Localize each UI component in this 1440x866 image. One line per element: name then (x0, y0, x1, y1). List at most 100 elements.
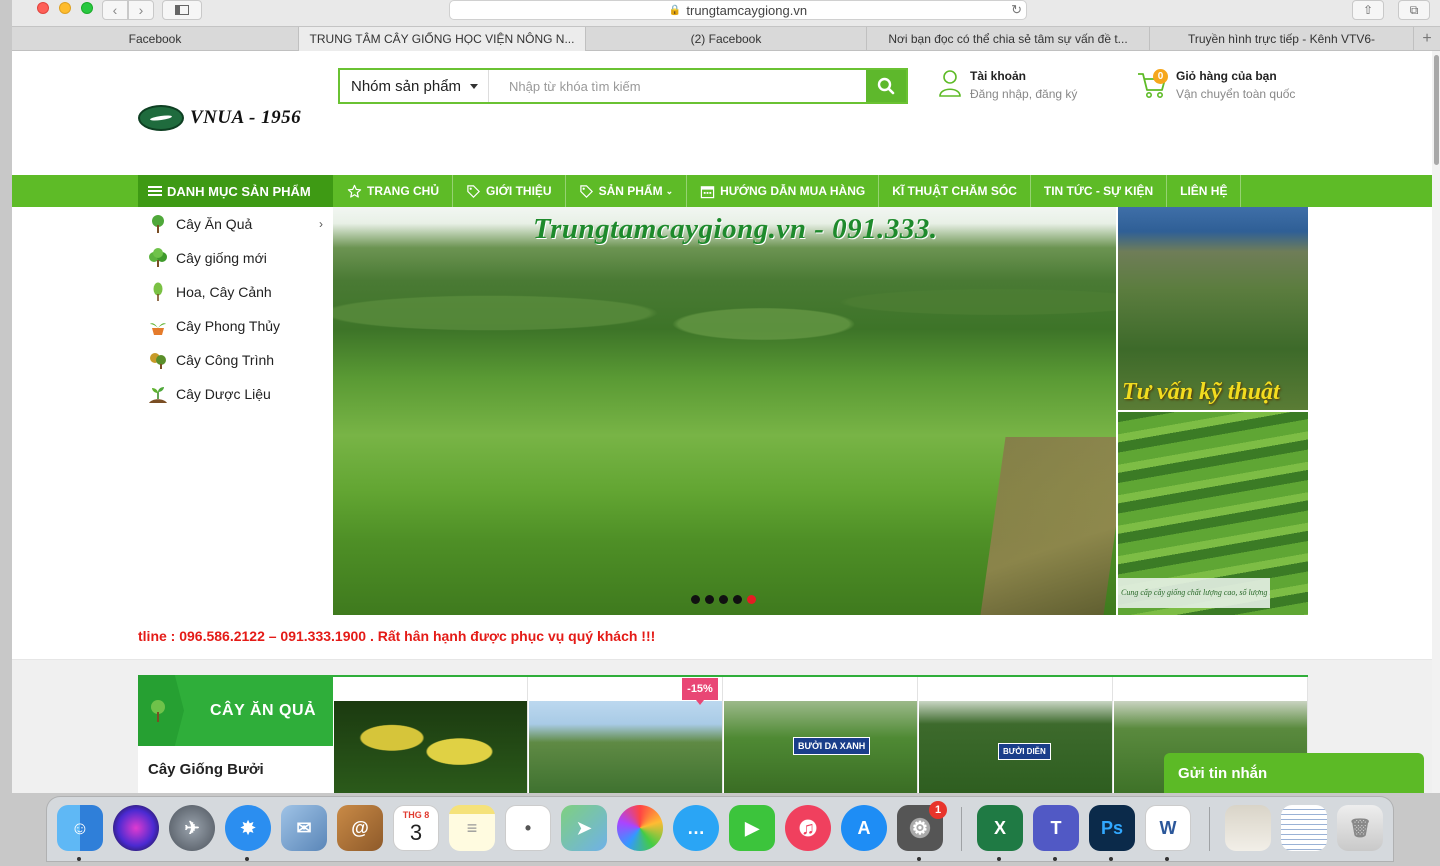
tree-icon (148, 214, 168, 234)
calendar-day: 3 (409, 820, 423, 845)
reload-icon[interactable]: ↻ (1011, 2, 1022, 18)
tab-facebook-2[interactable]: (2) Facebook (586, 27, 867, 51)
contacts-icon[interactable]: @ (337, 805, 383, 851)
reminders-icon[interactable]: • (505, 805, 551, 851)
photoshop-icon[interactable]: Ps (1089, 805, 1135, 851)
hotline-text: tline : 096.586.2122 – 091.333.1900 . Rấ… (138, 628, 656, 644)
category-menu-button[interactable]: DANH MỤC SẢN PHẨM (138, 175, 333, 207)
teams-icon[interactable]: T (1033, 805, 1079, 851)
category-landscape-trees[interactable]: Cây Công Trình (138, 343, 333, 377)
tree-group-icon (148, 350, 168, 370)
chevron-right-icon: › (138, 2, 144, 18)
app-store-icon[interactable]: A (841, 805, 887, 851)
calendar-icon[interactable]: THG 8 3 (393, 805, 439, 851)
tab-facebook[interactable]: Facebook (12, 27, 299, 51)
product-image[interactable] (334, 701, 527, 793)
mail-icon[interactable]: ✉ (281, 805, 327, 851)
new-tab-button[interactable]: + (1414, 27, 1440, 51)
word-icon[interactable]: W (1145, 805, 1191, 851)
product-card[interactable] (333, 677, 528, 793)
section-header[interactable]: CÂY ĂN QUẢ (138, 675, 333, 746)
music-icon[interactable]: ♫ (785, 805, 831, 851)
site-logo[interactable]: VNUA - 1956 (138, 105, 301, 131)
finder-icon[interactable]: ☺ (57, 805, 103, 851)
nav-products[interactable]: SẢN PHẨM ⌄ (566, 175, 688, 207)
messages-icon[interactable]: … (673, 805, 719, 851)
search-button[interactable] (866, 70, 906, 102)
product-card[interactable]: BƯỞI DA XANH (723, 677, 918, 793)
photos-icon[interactable] (617, 805, 663, 851)
forward-button[interactable]: › (128, 0, 154, 20)
sidebar-toggle-button[interactable] (162, 0, 202, 20)
product-image[interactable] (529, 701, 722, 793)
tree-icon (148, 699, 168, 728)
category-new-seedlings[interactable]: Cây giống mới (138, 241, 333, 275)
tab-vtv6[interactable]: Truyền hình trực tiếp - Kênh VTV6- (1150, 27, 1414, 51)
slider-dot-4[interactable] (733, 595, 742, 604)
tab-article[interactable]: Nơi bạn đọc có thể chia sẻ tâm sự vấn đề… (867, 27, 1150, 51)
history-nav: ‹ › (102, 0, 154, 20)
product-card[interactable]: -15% (528, 677, 723, 793)
slider-dot-3[interactable] (719, 595, 728, 604)
product-group-select[interactable]: Nhóm sản phẩm (340, 70, 489, 102)
zoom-window-button[interactable] (81, 2, 93, 14)
document-thumbnail-icon[interactable] (1225, 805, 1271, 851)
subcategory-link[interactable]: Cây Giống Bưởi (138, 746, 333, 793)
screenshot-thumbnail-icon[interactable] (1281, 805, 1327, 851)
logo-text: VNUA - 1956 (190, 107, 302, 128)
variety-sign: BƯỞI DA XANH (793, 737, 871, 755)
chevron-left-icon: ‹ (112, 2, 118, 18)
slider-dot-1[interactable] (691, 595, 700, 604)
excel-icon[interactable]: X (977, 805, 1023, 851)
trash-icon[interactable]: 🗑 (1337, 805, 1383, 851)
category-flowers-ornamental[interactable]: Hoa, Cây Cảnh (138, 275, 333, 309)
section-title: CÂY ĂN QUẢ (210, 701, 317, 719)
scrollbar-thumb[interactable] (1434, 55, 1439, 165)
nav-care-techniques[interactable]: KĨ THUẬT CHĂM SÓC (879, 175, 1031, 207)
page-scrollbar[interactable] (1432, 51, 1440, 793)
nav-contact[interactable]: LIÊN HỆ (1167, 175, 1242, 207)
nav-home[interactable]: TRANG CHỦ (334, 175, 453, 207)
tab-overview-button[interactable]: ⧉ (1398, 0, 1430, 20)
search-icon (877, 77, 895, 95)
notes-icon[interactable]: ≡ (449, 805, 495, 851)
launchpad-icon[interactable]: ✈ (169, 805, 215, 851)
back-button[interactable]: ‹ (102, 0, 128, 20)
tabs-icon: ⧉ (1409, 2, 1419, 17)
technical-advice-banner[interactable]: Tư vấn kỹ thuật (1118, 207, 1308, 410)
close-window-button[interactable] (37, 2, 49, 14)
address-bar[interactable]: 🔒 trungtamcaygiong.vn ↻ (449, 0, 1027, 20)
hamburger-icon (148, 184, 162, 198)
facetime-icon[interactable]: ▶ (729, 805, 775, 851)
siri-icon[interactable] (113, 805, 159, 851)
search-input[interactable] (489, 70, 866, 102)
account-link[interactable]: Tài khoản Đăng nhập, đăng ký (938, 68, 1077, 101)
search-bar: Nhóm sản phẩm (338, 68, 908, 104)
minimize-window-button[interactable] (59, 2, 71, 14)
nursery-banner[interactable]: Cung cấp cây giống chất lượng cao, số lư… (1118, 412, 1308, 615)
caret-down-icon (470, 84, 478, 89)
category-medicinal[interactable]: Cây Dược Liệu (138, 377, 333, 411)
slider-dots (691, 595, 756, 604)
nav-about[interactable]: GIỚI THIỆU (453, 175, 566, 207)
product-card[interactable]: BƯỞI DIỄN (918, 677, 1113, 793)
cart-title: Giỏ hàng của bạn (1176, 69, 1277, 83)
tab-trungtamcaygiong[interactable]: TRUNG TÂM CÂY GIỐNG HỌC VIỆN NÔNG N... (299, 27, 586, 51)
slider-caption: Trungtamcaygiong.vn - 091.333. (533, 213, 938, 245)
category-feng-shui[interactable]: Cây Phong Thủy (138, 309, 333, 343)
nav-buying-guide[interactable]: HƯỚNG DẪN MUA HÀNG (687, 175, 880, 207)
safari-icon[interactable]: ✸ (225, 805, 271, 851)
cart-count-badge: 0 (1153, 69, 1168, 84)
maps-icon[interactable]: ➤ (561, 805, 607, 851)
share-button[interactable]: ⇧ (1352, 0, 1384, 20)
nav-news[interactable]: TIN TỨC - SỰ KIỆN (1031, 175, 1168, 207)
hero-slider[interactable]: Trungtamcaygiong.vn - 091.333. (333, 207, 1116, 615)
macos-dock: ☺ ✈ ✸ ✉ @ THG 8 3 ≡ • ➤ … ▶ ♫ A ⚙ 1 X T … (46, 796, 1394, 862)
send-message-button[interactable]: Gửi tin nhắn (1164, 753, 1424, 793)
product-grid: -15% BƯỞI DA XANH BƯỞI DIỄN (333, 675, 1308, 793)
slider-dot-2[interactable] (705, 595, 714, 604)
slider-dot-5[interactable] (747, 595, 756, 604)
cart-link[interactable]: 0 Giỏ hàng của bạn Vận chuyển toàn quốc (1136, 68, 1295, 101)
category-fruit-trees[interactable]: Cây Ăn Quả › (138, 207, 333, 241)
tag-icon (579, 184, 594, 199)
